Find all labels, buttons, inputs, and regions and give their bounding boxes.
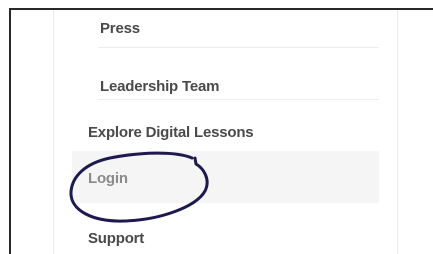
menu-item-support[interactable]: Support [72, 203, 379, 254]
menu-item-login[interactable]: Login [72, 151, 379, 203]
menu-item-label: Press [100, 20, 140, 37]
navigation-menu: Press Leadership Team Explore Digital Le… [53, 10, 398, 254]
menu-item-explore-digital-lessons[interactable]: Explore Digital Lessons [72, 101, 379, 151]
menu-item-label: Leadership Team [100, 77, 220, 95]
menu-item-label: Explore Digital Lessons [88, 123, 254, 141]
menu-item-label: Support [88, 230, 145, 247]
menu-item-press[interactable]: Press [98, 10, 379, 48]
menu-item-leadership-team[interactable]: Leadership Team [98, 49, 379, 100]
menu-item-label: Login [88, 169, 128, 187]
screen: Press Leadership Team Explore Digital Le… [0, 0, 433, 254]
screen-edge-left [9, 8, 11, 254]
